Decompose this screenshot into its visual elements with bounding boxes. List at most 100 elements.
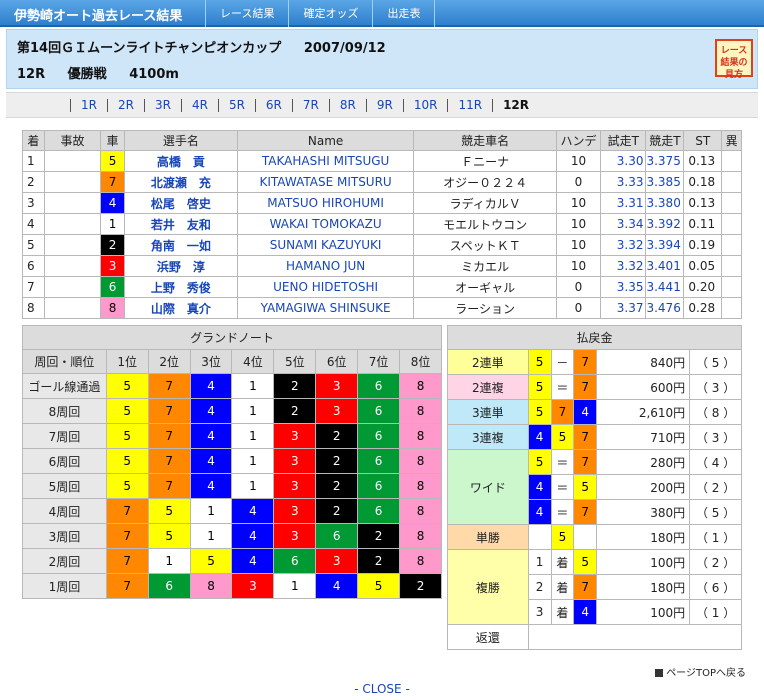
payout-order-unit: 着 <box>550 549 575 575</box>
payout-symbol: ＝ <box>550 374 575 400</box>
nav-entry-list[interactable]: 出走表 <box>372 0 436 27</box>
payout-order: 3 <box>527 599 552 625</box>
position-car: 5 <box>189 548 233 574</box>
payout-car: 7 <box>573 424 598 450</box>
top-bar: 伊勢崎オート過去レース結果 レース結果 確定オッズ 出走表 <box>0 0 764 27</box>
position-car: 5 <box>105 398 149 424</box>
position-car: 8 <box>399 423 442 449</box>
position-car: 6 <box>357 398 401 424</box>
grand-note-row: 2周回 7 1 5 4 6 3 2 8 <box>22 548 442 574</box>
race-tab-1r[interactable]: 1R <box>70 98 107 112</box>
payout-label: 3連複 <box>447 424 529 450</box>
handicap: 10 <box>555 255 602 277</box>
accident-cell <box>43 171 102 193</box>
result-guide-button[interactable]: レース結果の見方 <box>715 39 753 80</box>
bike-name: Ｆニーナ <box>413 150 557 172</box>
start-timing: 0.13 <box>683 192 723 214</box>
grand-note-col-header: 4位 <box>231 349 275 374</box>
position-car: 7 <box>147 423 191 449</box>
payout-label: 返還 <box>447 624 529 650</box>
close-link[interactable]: - CLOSE - <box>0 682 764 696</box>
position-car: 6 <box>315 523 359 549</box>
results-col-header: 試走T <box>600 130 647 151</box>
bike-name: ミカエル <box>413 255 557 277</box>
bike-name: スペットＫＴ <box>413 234 557 256</box>
payout-row-nirenpuku: 2連複 5 ＝ 7 600円 （ 3 ） <box>447 374 742 400</box>
race-tab-8r[interactable]: 8R <box>328 98 366 112</box>
lap-label: ゴール線通過 <box>22 373 107 399</box>
finish-rank: 8 <box>22 297 45 319</box>
position-car: 1 <box>189 523 233 549</box>
nav-race-results[interactable]: レース結果 <box>205 0 288 27</box>
handicap: 10 <box>555 192 602 214</box>
grand-note-col-header: 8位 <box>399 349 442 374</box>
position-car: 4 <box>189 423 233 449</box>
car-number: 5 <box>100 150 125 172</box>
race-distance: 4100m <box>129 67 179 82</box>
position-car: 5 <box>147 498 191 524</box>
race-tab-3r[interactable]: 3R <box>143 98 181 112</box>
nav-confirmed-odds[interactable]: 確定オッズ <box>288 0 372 27</box>
position-car: 7 <box>147 448 191 474</box>
finish-rank: 7 <box>22 276 45 298</box>
abnormal-cell <box>721 255 742 277</box>
position-car: 6 <box>273 548 317 574</box>
payout-order-unit: 着 <box>550 574 575 600</box>
payout-car: 4 <box>573 599 598 625</box>
racer-name-en: TAKAHASHI MITSUGU <box>236 150 415 172</box>
payout-popularity: （ 5 ） <box>689 499 742 525</box>
payout-popularity: （ 6 ） <box>689 574 742 600</box>
payout-empty <box>573 524 598 550</box>
position-car: 3 <box>231 573 275 599</box>
position-car: 7 <box>147 473 191 499</box>
grand-note-col-header: 3位 <box>189 349 233 374</box>
page-top-link[interactable]: ページTOPへ戻る <box>655 664 746 679</box>
racer-name-jp: 上野 秀俊 <box>123 276 238 298</box>
race-tab-6r[interactable]: 6R <box>254 98 292 112</box>
payout-car: 5 <box>527 349 552 375</box>
race-tab-5r[interactable]: 5R <box>217 98 255 112</box>
race-tab-7r[interactable]: 7R <box>291 98 329 112</box>
position-car: 6 <box>147 573 191 599</box>
payout-popularity: （ 2 ） <box>689 474 742 500</box>
race-tab-12r[interactable]: 12R <box>492 98 539 112</box>
payout-label: 2連複 <box>447 374 529 400</box>
position-car: 3 <box>315 398 359 424</box>
payout-label: ワイド <box>447 449 529 525</box>
racer-name-en: SUNAMI KAZUYUKI <box>236 234 415 256</box>
payout-table: 払戻金 2連単 5 － 7 840円 （ 5 ） 2連複 5 ＝ 7 600円 … <box>447 325 743 650</box>
start-timing: 0.11 <box>683 213 723 235</box>
abnormal-cell <box>721 213 742 235</box>
trial-time: 3.32 <box>600 255 647 277</box>
finish-rank: 4 <box>22 213 45 235</box>
race-date: 2007/09/12 <box>303 41 386 56</box>
race-tab-9r[interactable]: 9R <box>365 98 403 112</box>
payout-label: 2連単 <box>447 349 529 375</box>
race-time: 3.401 <box>645 255 685 277</box>
results-row: 1 5 高橋 貢 TAKAHASHI MITSUGU Ｆニーナ 10 3.30 3.375 0.… <box>22 150 742 172</box>
position-car: 1 <box>231 423 275 449</box>
payout-label: 3連単 <box>447 399 529 425</box>
position-car: 8 <box>189 573 233 599</box>
position-car: 4 <box>231 498 275 524</box>
race-tab-4r[interactable]: 4R <box>180 98 218 112</box>
top-nav: レース結果 確定オッズ 出走表 <box>205 0 436 27</box>
trial-time: 3.32 <box>600 234 647 256</box>
race-tab-2r[interactable]: 2R <box>106 98 144 112</box>
bike-name: オーギャル <box>413 276 557 298</box>
race-tab-11r[interactable]: 11R <box>447 98 492 112</box>
payout-car: 5 <box>527 374 552 400</box>
race-time: 3.392 <box>645 213 685 235</box>
race-tab-10r[interactable]: 10R <box>402 98 448 112</box>
race-number: 12R <box>17 67 46 82</box>
results-row: 6 3 浜野 淳 HAMANO JUN ミカエル 10 3.32 3.401 0.05 <box>22 255 742 277</box>
position-car: 2 <box>399 573 442 599</box>
race-tabs: 1R 2R 3R 4R 5R 6R 7R 8R 9R 10R 11R 12R <box>6 92 758 118</box>
grand-note-row: 3周回 7 5 1 4 3 6 2 8 <box>22 523 442 549</box>
bike-name: モエルトウコン <box>413 213 557 235</box>
handicap: 10 <box>555 213 602 235</box>
position-car: 1 <box>273 573 317 599</box>
payout-car: 5 <box>527 449 552 475</box>
payout-row-nirentan: 2連単 5 － 7 840円 （ 5 ） <box>447 349 742 375</box>
finish-rank: 5 <box>22 234 45 256</box>
